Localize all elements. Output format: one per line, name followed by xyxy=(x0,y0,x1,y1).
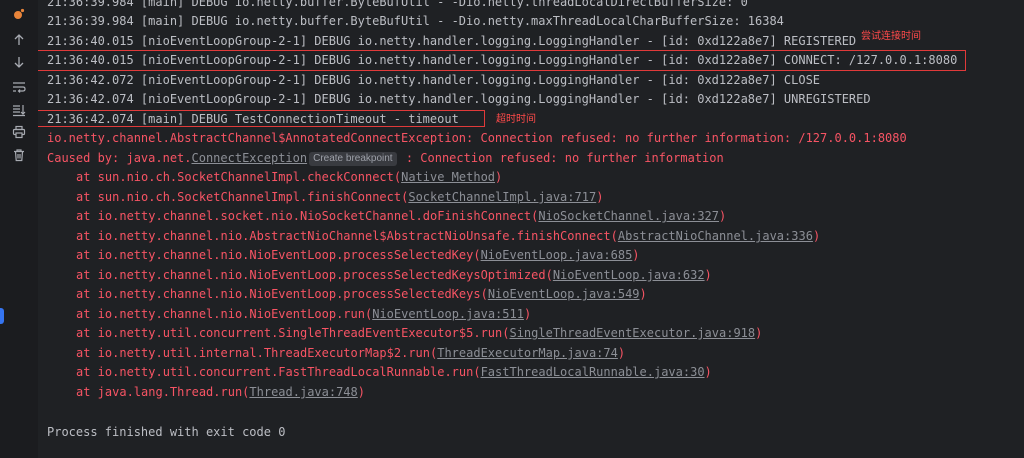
source-link[interactable]: NioEventLoop.java:685 xyxy=(481,248,633,262)
stack-frame: at io.netty.channel.socket.nio.NioSocket… xyxy=(76,207,726,225)
trash-icon[interactable] xyxy=(9,145,29,165)
close-paren: ) xyxy=(704,268,712,282)
stack-frame: at io.netty.channel.nio.NioEventLoop.pro… xyxy=(76,246,640,264)
scroll-up-icon[interactable] xyxy=(9,30,29,50)
close-paren: ) xyxy=(704,365,712,379)
exception-class-link[interactable]: ConnectException xyxy=(192,151,308,165)
log-line: 21:36:40.015 [nioEventLoopGroup-2-1] DEB… xyxy=(47,34,857,48)
stack-frame: at io.netty.channel.nio.NioEventLoop.pro… xyxy=(76,285,647,303)
stack-frame-method: at io.netty.channel.nio.NioEventLoop.pro… xyxy=(76,287,488,301)
log-line: 21:36:39.984 [main] DEBUG io.netty.buffe… xyxy=(47,0,748,9)
close-paren: ) xyxy=(357,385,365,399)
source-link[interactable]: NioEventLoop.java:549 xyxy=(488,287,640,301)
source-link[interactable]: NioEventLoop.java:511 xyxy=(372,307,524,321)
caused-by-line: Caused by: java.net.ConnectException Crea… xyxy=(47,149,724,167)
close-paren: ) xyxy=(755,326,763,340)
log-line-timeout: 21:36:42.074 [main] DEBUG TestConnection… xyxy=(47,112,459,126)
stack-frame-method: at java.lang.Thread.run( xyxy=(76,385,250,399)
stack-frame-method: at io.netty.channel.nio.NioEventLoop.pro… xyxy=(76,248,481,262)
source-link[interactable]: FastThreadLocalRunnable.java:30 xyxy=(481,365,705,379)
connect-annotation: 尝试连接时间 xyxy=(861,31,921,42)
log-line: 21:36:39.984 [main] DEBUG io.netty.buffe… xyxy=(47,14,784,28)
console-output[interactable]: 21:36:39.984 [main] DEBUG io.netty.buffe… xyxy=(38,0,1024,458)
exit-line: Process finished with exit code 0 xyxy=(47,425,286,439)
close-paren: ) xyxy=(495,170,503,184)
stack-frame: at sun.nio.ch.SocketChannelImpl.checkCon… xyxy=(76,168,502,186)
stack-frame: at java.lang.Thread.run(Thread.java:748) xyxy=(76,383,365,401)
close-paren: ) xyxy=(596,190,604,204)
close-paren: ) xyxy=(812,229,821,243)
active-tool-marker xyxy=(0,308,4,324)
caused-by-prefix: Caused by: java.net. xyxy=(47,151,192,165)
stack-frame: at io.netty.channel.nio.NioEventLoop.pro… xyxy=(76,266,712,284)
source-link[interactable]: SocketChannelImpl.java:717 xyxy=(408,190,596,204)
stack-frame-method: at io.netty.util.concurrent.FastThreadLo… xyxy=(76,365,481,379)
close-paren: ) xyxy=(719,209,727,223)
stack-frame: at io.netty.channel.nio.AbstractNioChann… xyxy=(76,227,820,245)
log-line-connect: 21:36:40.015 [nioEventLoopGroup-2-1] DEB… xyxy=(47,53,958,67)
stack-frame: at io.netty.util.concurrent.SingleThread… xyxy=(76,324,762,342)
stack-frame-method: at io.netty.util.concurrent.SingleThread… xyxy=(76,326,510,340)
source-link[interactable]: AbstractNioChannel.java:336 xyxy=(618,229,813,243)
scroll-down-icon[interactable] xyxy=(9,52,29,72)
stack-frame: at io.netty.util.concurrent.FastThreadLo… xyxy=(76,363,712,381)
close-paren: ) xyxy=(617,346,626,360)
source-link[interactable]: SingleThreadEventExecutor.java:918 xyxy=(509,326,755,340)
create-breakpoint-button[interactable]: Create breakpoint xyxy=(309,152,397,166)
stack-frame-method: at io.netty.util.internal.ThreadExecutor… xyxy=(76,346,438,360)
source-link[interactable]: ThreadExecutorMap.java:74 xyxy=(437,346,618,360)
log-line: 21:36:42.072 [nioEventLoopGroup-2-1] DEB… xyxy=(47,73,821,87)
close-paren: ) xyxy=(523,307,532,321)
stack-frame: at io.netty.util.internal.ThreadExecutor… xyxy=(76,344,625,362)
stack-frame-method: at io.netty.channel.nio.AbstractNioChann… xyxy=(76,229,618,243)
caused-by-message: : Connection refused: no further informa… xyxy=(398,151,724,165)
stack-frame: at sun.nio.ch.SocketChannelImpl.finishCo… xyxy=(76,188,603,206)
timeout-annotation: 超时时间 xyxy=(496,114,536,125)
stack-frame-method: at sun.nio.ch.SocketChannelImpl.finishCo… xyxy=(76,190,409,204)
source-link[interactable]: Thread.java:748 xyxy=(249,385,357,399)
log-line: 21:36:42.074 [nioEventLoopGroup-2-1] DEB… xyxy=(47,92,871,106)
source-link[interactable]: NioEventLoop.java:632 xyxy=(553,268,705,282)
source-link[interactable]: Native Method xyxy=(401,170,495,184)
exception-line: io.netty.channel.AbstractChannel$Annotat… xyxy=(47,131,907,145)
close-paren: ) xyxy=(632,248,640,262)
stack-frame: at io.netty.channel.nio.NioEventLoop.run… xyxy=(76,305,531,323)
source-link[interactable]: NioSocketChannel.java:327 xyxy=(538,209,719,223)
stack-frame-method: at io.netty.channel.nio.NioEventLoop.pro… xyxy=(76,268,553,282)
run-icon[interactable] xyxy=(9,4,29,24)
stack-frame-method: at io.netty.channel.socket.nio.NioSocket… xyxy=(76,209,539,223)
soft-wrap-icon[interactable] xyxy=(9,77,29,97)
scroll-to-end-icon[interactable] xyxy=(9,100,29,120)
close-paren: ) xyxy=(639,287,647,301)
stack-frame-method: at io.netty.channel.nio.NioEventLoop.run… xyxy=(76,307,373,321)
stack-frame-method: at sun.nio.ch.SocketChannelImpl.checkCon… xyxy=(76,170,402,184)
console-toolbar xyxy=(0,0,39,458)
print-icon[interactable] xyxy=(9,122,29,142)
